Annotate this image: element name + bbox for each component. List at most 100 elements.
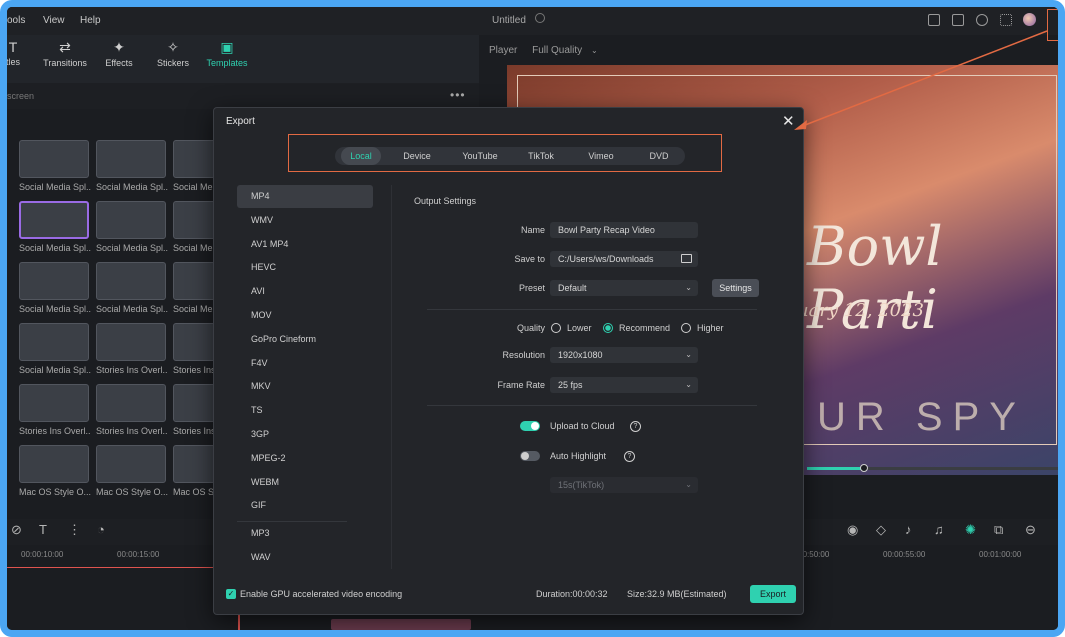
chevron-down-icon: ⌄ [685, 283, 692, 292]
tab-stickers[interactable]: ✧ Stickers [143, 39, 203, 68]
format-item-wav[interactable]: WAV [237, 546, 373, 569]
quality-lower-radio[interactable] [551, 323, 561, 333]
tab-vimeo[interactable]: Vimeo [581, 147, 621, 165]
template-thumbnail[interactable] [19, 262, 89, 300]
format-item-webm[interactable]: WEBM [237, 471, 373, 494]
folder-icon[interactable] [681, 254, 692, 263]
resolution-select[interactable]: 1920x1080 ⌄ [550, 347, 698, 363]
export-target-tabs: Local Device YouTube TikTok Vimeo DVD [335, 147, 685, 165]
music-icon[interactable]: ♫ [934, 522, 944, 537]
playback-scrubber[interactable] [807, 464, 1058, 472]
auto-highlight-toggle[interactable] [520, 451, 540, 461]
preset-settings-button[interactable]: Settings [712, 279, 759, 297]
save-to-input[interactable]: C:/Users/ws/Downloads [550, 251, 698, 267]
format-item-mp3[interactable]: MP3 [237, 522, 373, 545]
help-icon[interactable]: ? [630, 421, 641, 432]
preset-select[interactable]: Default ⌄ [550, 280, 698, 296]
tab-effects[interactable]: ✦ Effects [89, 39, 149, 68]
template-thumbnail[interactable] [96, 140, 166, 178]
format-item-mp4[interactable]: MP4 [237, 185, 373, 208]
divider [427, 309, 757, 310]
zoom-out-icon[interactable]: ⊖ [1025, 522, 1036, 538]
tab-device[interactable]: Device [397, 147, 437, 165]
tab-youtube[interactable]: YouTube [455, 147, 505, 165]
playhead-track-line [7, 567, 239, 568]
tick-label: 00:00:15:00 [117, 550, 160, 559]
format-item-gopro-cineform[interactable]: GoPro Cineform [237, 328, 373, 351]
template-thumbnail[interactable] [19, 201, 89, 239]
divider [427, 405, 757, 406]
format-item-av1-mp4[interactable]: AV1 MP4 [237, 233, 373, 256]
mic-icon[interactable]: ♪ [905, 522, 912, 537]
layout-icon[interactable] [928, 14, 940, 26]
user-avatar[interactable] [1023, 13, 1036, 26]
upload-cloud-label: Upload to Cloud [550, 421, 615, 431]
template-label: Social Media Spl... [96, 243, 168, 253]
template-thumbnail[interactable] [96, 201, 166, 239]
tick-label: 00:01:00:00 [979, 550, 1022, 559]
transitions-icon: ⇄ [59, 39, 71, 55]
format-item-avi[interactable]: AVI [237, 280, 373, 303]
shield-icon[interactable]: ◇ [876, 522, 886, 538]
speed-icon[interactable]: ◔ [97, 522, 105, 537]
format-item-gif[interactable]: GIF [237, 494, 373, 517]
scrubber-handle[interactable] [860, 464, 868, 472]
close-icon[interactable]: ✕ [782, 112, 795, 130]
tab-templates[interactable]: ▣ Templates [197, 39, 257, 68]
save-icon[interactable] [952, 14, 964, 26]
filmora-app: ools View Help Untitled T tles ⇄ Transit… [7, 7, 1058, 630]
output-settings-title: Output Settings [414, 196, 477, 206]
format-item-mpeg-2[interactable]: MPEG-2 [237, 447, 373, 470]
apps-grid-icon[interactable] [1000, 14, 1012, 26]
highlight-duration-value: 15s(TikTok) [558, 480, 605, 490]
tab-local[interactable]: Local [341, 147, 381, 165]
template-thumbnail[interactable] [96, 384, 166, 422]
tab-tiktok[interactable]: TikTok [521, 147, 561, 165]
tab-transitions[interactable]: ⇄ Transitions [35, 39, 95, 68]
ai-icon[interactable]: ✺ [965, 522, 976, 538]
quality-recommend-radio[interactable] [603, 323, 613, 333]
name-input-value: Bowl Party Recap Video [558, 225, 655, 235]
tab-dvd[interactable]: DVD [641, 147, 677, 165]
media-search-row[interactable]: screen [7, 83, 479, 109]
gpu-checkbox[interactable]: ✓ [226, 589, 236, 599]
export-button[interactable]: Export [750, 585, 796, 603]
format-item-mkv[interactable]: MKV [237, 375, 373, 398]
more-options-icon[interactable]: ••• [450, 88, 466, 102]
timeline-clip[interactable] [331, 619, 471, 630]
format-item-hevc[interactable]: HEVC [237, 256, 373, 279]
format-item-mov[interactable]: MOV [237, 304, 373, 327]
quality-select[interactable]: Full Quality [532, 45, 582, 56]
adjust-icon[interactable]: ⋮ [68, 522, 81, 538]
template-thumbnail[interactable] [19, 384, 89, 422]
quality-recommend-label: Recommend [619, 323, 671, 333]
disable-icon[interactable]: ⊘ [11, 522, 22, 538]
menu-view[interactable]: View [43, 15, 65, 26]
frame-rate-select[interactable]: 25 fps ⌄ [550, 377, 698, 393]
template-thumbnail[interactable] [19, 140, 89, 178]
text-tool-icon[interactable]: T [39, 522, 47, 537]
menu-tools[interactable]: ools [7, 15, 25, 26]
help-icon[interactable]: ? [624, 451, 635, 462]
quality-higher-radio[interactable] [681, 323, 691, 333]
template-thumbnail[interactable] [96, 262, 166, 300]
template-thumbnail[interactable] [96, 323, 166, 361]
upload-cloud-toggle[interactable] [520, 421, 540, 431]
chevron-down-icon: ⌄ [685, 380, 692, 389]
format-item-3gp[interactable]: 3GP [237, 423, 373, 446]
template-thumbnail[interactable] [19, 445, 89, 483]
template-label: Social Media Spl... [96, 182, 168, 192]
save-to-value: C:/Users/ws/Downloads [558, 254, 654, 264]
snapshot-icon[interactable]: ⧉ [994, 522, 1003, 538]
template-thumbnail[interactable] [96, 445, 166, 483]
cloud-upload-icon[interactable] [976, 14, 988, 26]
template-thumbnail[interactable] [19, 323, 89, 361]
template-label: Social Media Spl... [19, 243, 91, 253]
name-input[interactable]: Bowl Party Recap Video [550, 222, 698, 238]
format-item-ts[interactable]: TS [237, 399, 373, 422]
menu-help[interactable]: Help [80, 15, 101, 26]
format-item-f4v[interactable]: F4V [237, 352, 373, 375]
format-item-wmv[interactable]: WMV [237, 209, 373, 232]
render-icon[interactable]: ◉ [847, 522, 858, 538]
highlight-duration-select: 15s(TikTok) ⌄ [550, 477, 698, 493]
